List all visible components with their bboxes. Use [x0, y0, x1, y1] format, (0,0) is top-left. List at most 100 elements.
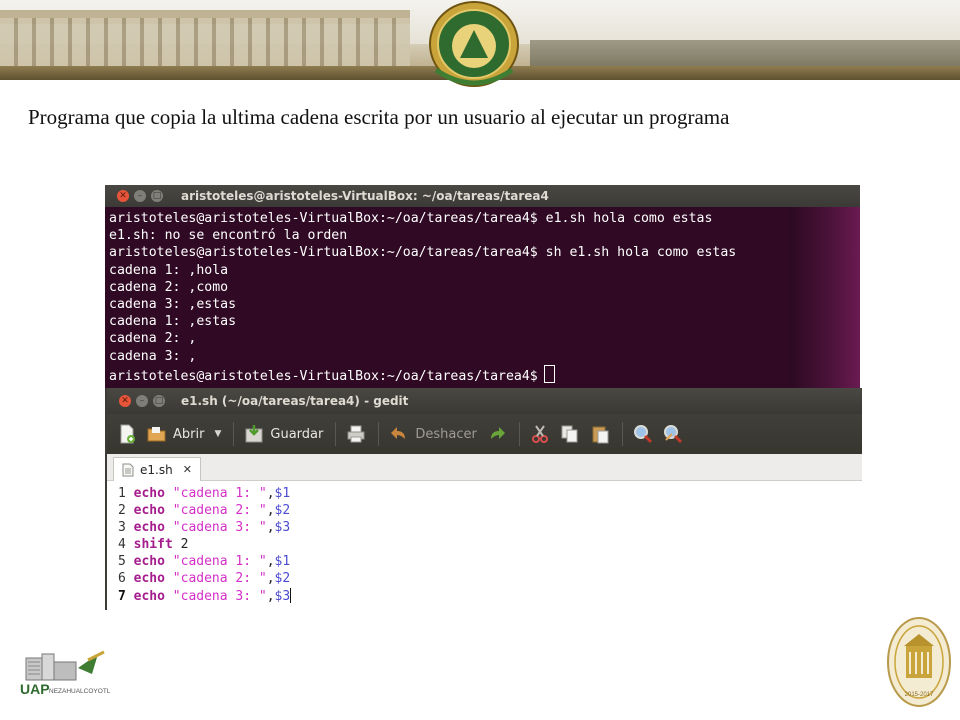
open-dropdown[interactable]: ▼: [214, 429, 221, 439]
redo-button[interactable]: [487, 424, 507, 444]
string-literal: "cadena 2: ": [172, 503, 267, 519]
save-icon: [245, 425, 263, 443]
toolbar-separator: [233, 422, 235, 446]
comma: ,: [266, 520, 275, 536]
string-literal: "cadena 1: ": [172, 486, 267, 501]
cut-button[interactable]: [530, 424, 550, 444]
copy-icon: [561, 425, 578, 443]
string-literal: "cadena 2: ": [172, 571, 267, 587]
terminal-window: ✕ – □ aristoteles@aristoteles-VirtualBox…: [105, 185, 860, 388]
search-button[interactable]: [633, 424, 653, 444]
search-icon: [633, 425, 652, 444]
comma: ,: [266, 486, 275, 501]
terminal-prompt: aristoteles@aristoteles-VirtualBox:~/oa/…: [109, 368, 538, 384]
terminal-line: cadena 2: ,como: [109, 279, 229, 295]
seal-years: 2015-2017: [905, 692, 934, 698]
code-editor[interactable]: 1 echo "cadena 1: ",$1 2 echo "cadena 2: …: [107, 481, 862, 605]
tab-e1-sh[interactable]: e1.sh ✕: [113, 457, 201, 481]
scissors-icon: [531, 425, 548, 443]
code-line: 3 echo "cadena 3: ",$3: [118, 519, 862, 536]
new-document-button[interactable]: [117, 424, 137, 444]
maximize-icon[interactable]: □: [153, 395, 165, 407]
keyword: echo: [133, 554, 165, 570]
line-number: 6: [118, 571, 126, 587]
terminal-line: cadena 1: ,hola: [109, 262, 229, 278]
close-icon[interactable]: ✕: [117, 190, 129, 202]
copy-button[interactable]: [560, 424, 580, 444]
terminal-line: cadena 3: ,: [109, 348, 197, 364]
comma: ,: [266, 588, 275, 604]
line-number: 5: [118, 554, 126, 570]
comma: ,: [266, 503, 275, 519]
string-literal: "cadena 3: ": [172, 520, 267, 536]
variable: $2: [274, 571, 291, 587]
variable: $2: [274, 503, 291, 519]
variable: $1: [274, 554, 291, 570]
gedit-window: ✕ – □ e1.sh (~/oa/tareas/tarea4) - gedit…: [105, 388, 862, 610]
save-label: Guardar: [270, 426, 324, 442]
logo-uap-text: UAP: [20, 681, 50, 697]
code-line: 4 shift 2: [118, 536, 862, 553]
maximize-icon[interactable]: □: [151, 190, 163, 202]
replace-button[interactable]: [663, 424, 683, 444]
text-caret: [290, 587, 292, 603]
minimize-icon[interactable]: –: [136, 395, 148, 407]
terminal-title: aristoteles@aristoteles-VirtualBox: ~/oa…: [181, 189, 549, 203]
print-button[interactable]: [346, 424, 366, 444]
undo-label: Deshacer: [415, 426, 477, 442]
toolbar-separator: [335, 422, 337, 446]
terminal-line: cadena 2: ,: [109, 331, 197, 347]
terminal-background-edge: [790, 207, 860, 388]
line-number: 3: [118, 520, 126, 536]
code-line: 1 echo "cadena 1: ",$1: [118, 485, 862, 502]
terminal-line: cadena 3: ,estas: [109, 297, 237, 313]
uap-logo: UAP NEZAHUALCOYOTL: [20, 650, 111, 697]
toolbar-separator: [518, 422, 520, 446]
new-document-icon: [120, 424, 135, 444]
terminal-titlebar: ✕ – □ aristoteles@aristoteles-VirtualBox…: [105, 185, 860, 207]
document-tabbar: e1.sh ✕: [107, 454, 862, 481]
code-line: 2 echo "cadena 2: ",$2: [118, 502, 862, 519]
close-icon[interactable]: ✕: [183, 463, 192, 476]
undo-icon: [391, 427, 406, 439]
slide-caption: Programa que copia la ultima cadena escr…: [28, 105, 730, 129]
save-button[interactable]: Guardar: [244, 424, 323, 444]
tab-label: e1.sh: [140, 462, 173, 477]
comma: ,: [266, 554, 275, 570]
terminal-line: e1.sh: no se encontró la orden: [109, 228, 348, 244]
keyword: echo: [133, 520, 165, 536]
line-number: 4: [118, 537, 126, 553]
close-icon[interactable]: ✕: [119, 395, 131, 407]
terminal-prompt-line: aristoteles@aristoteles-VirtualBox:~/oa/…: [109, 364, 860, 385]
gedit-titlebar: ✕ – □ e1.sh (~/oa/tareas/tarea4) - gedit: [107, 388, 862, 414]
variable: $3: [274, 520, 291, 536]
variable: $3: [274, 588, 291, 604]
logo-uap-subtext: NEZAHUALCOYOTL: [49, 688, 111, 695]
line-number: 2: [118, 503, 126, 519]
open-button[interactable]: Abrir: [147, 424, 204, 444]
keyword: echo: [133, 571, 165, 587]
terminal-line: aristoteles@aristoteles-VirtualBox:~/oa/…: [109, 211, 713, 226]
paste-icon: [592, 426, 609, 444]
terminal-cursor: [543, 364, 555, 383]
gedit-title: e1.sh (~/oa/tareas/tarea4) - gedit: [181, 394, 409, 408]
toolbar-separator: [378, 422, 380, 446]
redo-icon: [490, 427, 505, 439]
variable: $1: [274, 486, 291, 501]
terminal-output[interactable]: aristoteles@aristoteles-VirtualBox:~/oa/…: [105, 207, 860, 385]
search-replace-icon: [663, 425, 682, 444]
terminal-line: aristoteles@aristoteles-VirtualBox:~/oa/…: [109, 245, 737, 261]
undo-button[interactable]: Deshacer: [389, 424, 477, 444]
minimize-icon[interactable]: –: [134, 190, 146, 202]
argument: 2: [180, 537, 189, 553]
folder-open-icon: [147, 427, 166, 442]
line-number: 1: [118, 486, 126, 501]
paste-button[interactable]: [590, 424, 610, 444]
keyword: echo: [133, 588, 165, 604]
comma: ,: [266, 571, 275, 587]
code-line: 6 echo "cadena 2: ",$2: [118, 570, 862, 587]
keyword: echo: [133, 503, 165, 519]
keyword: shift: [133, 537, 173, 553]
toolbar-separator: [621, 422, 623, 446]
terminal-line: cadena 1: ,estas: [109, 314, 237, 330]
